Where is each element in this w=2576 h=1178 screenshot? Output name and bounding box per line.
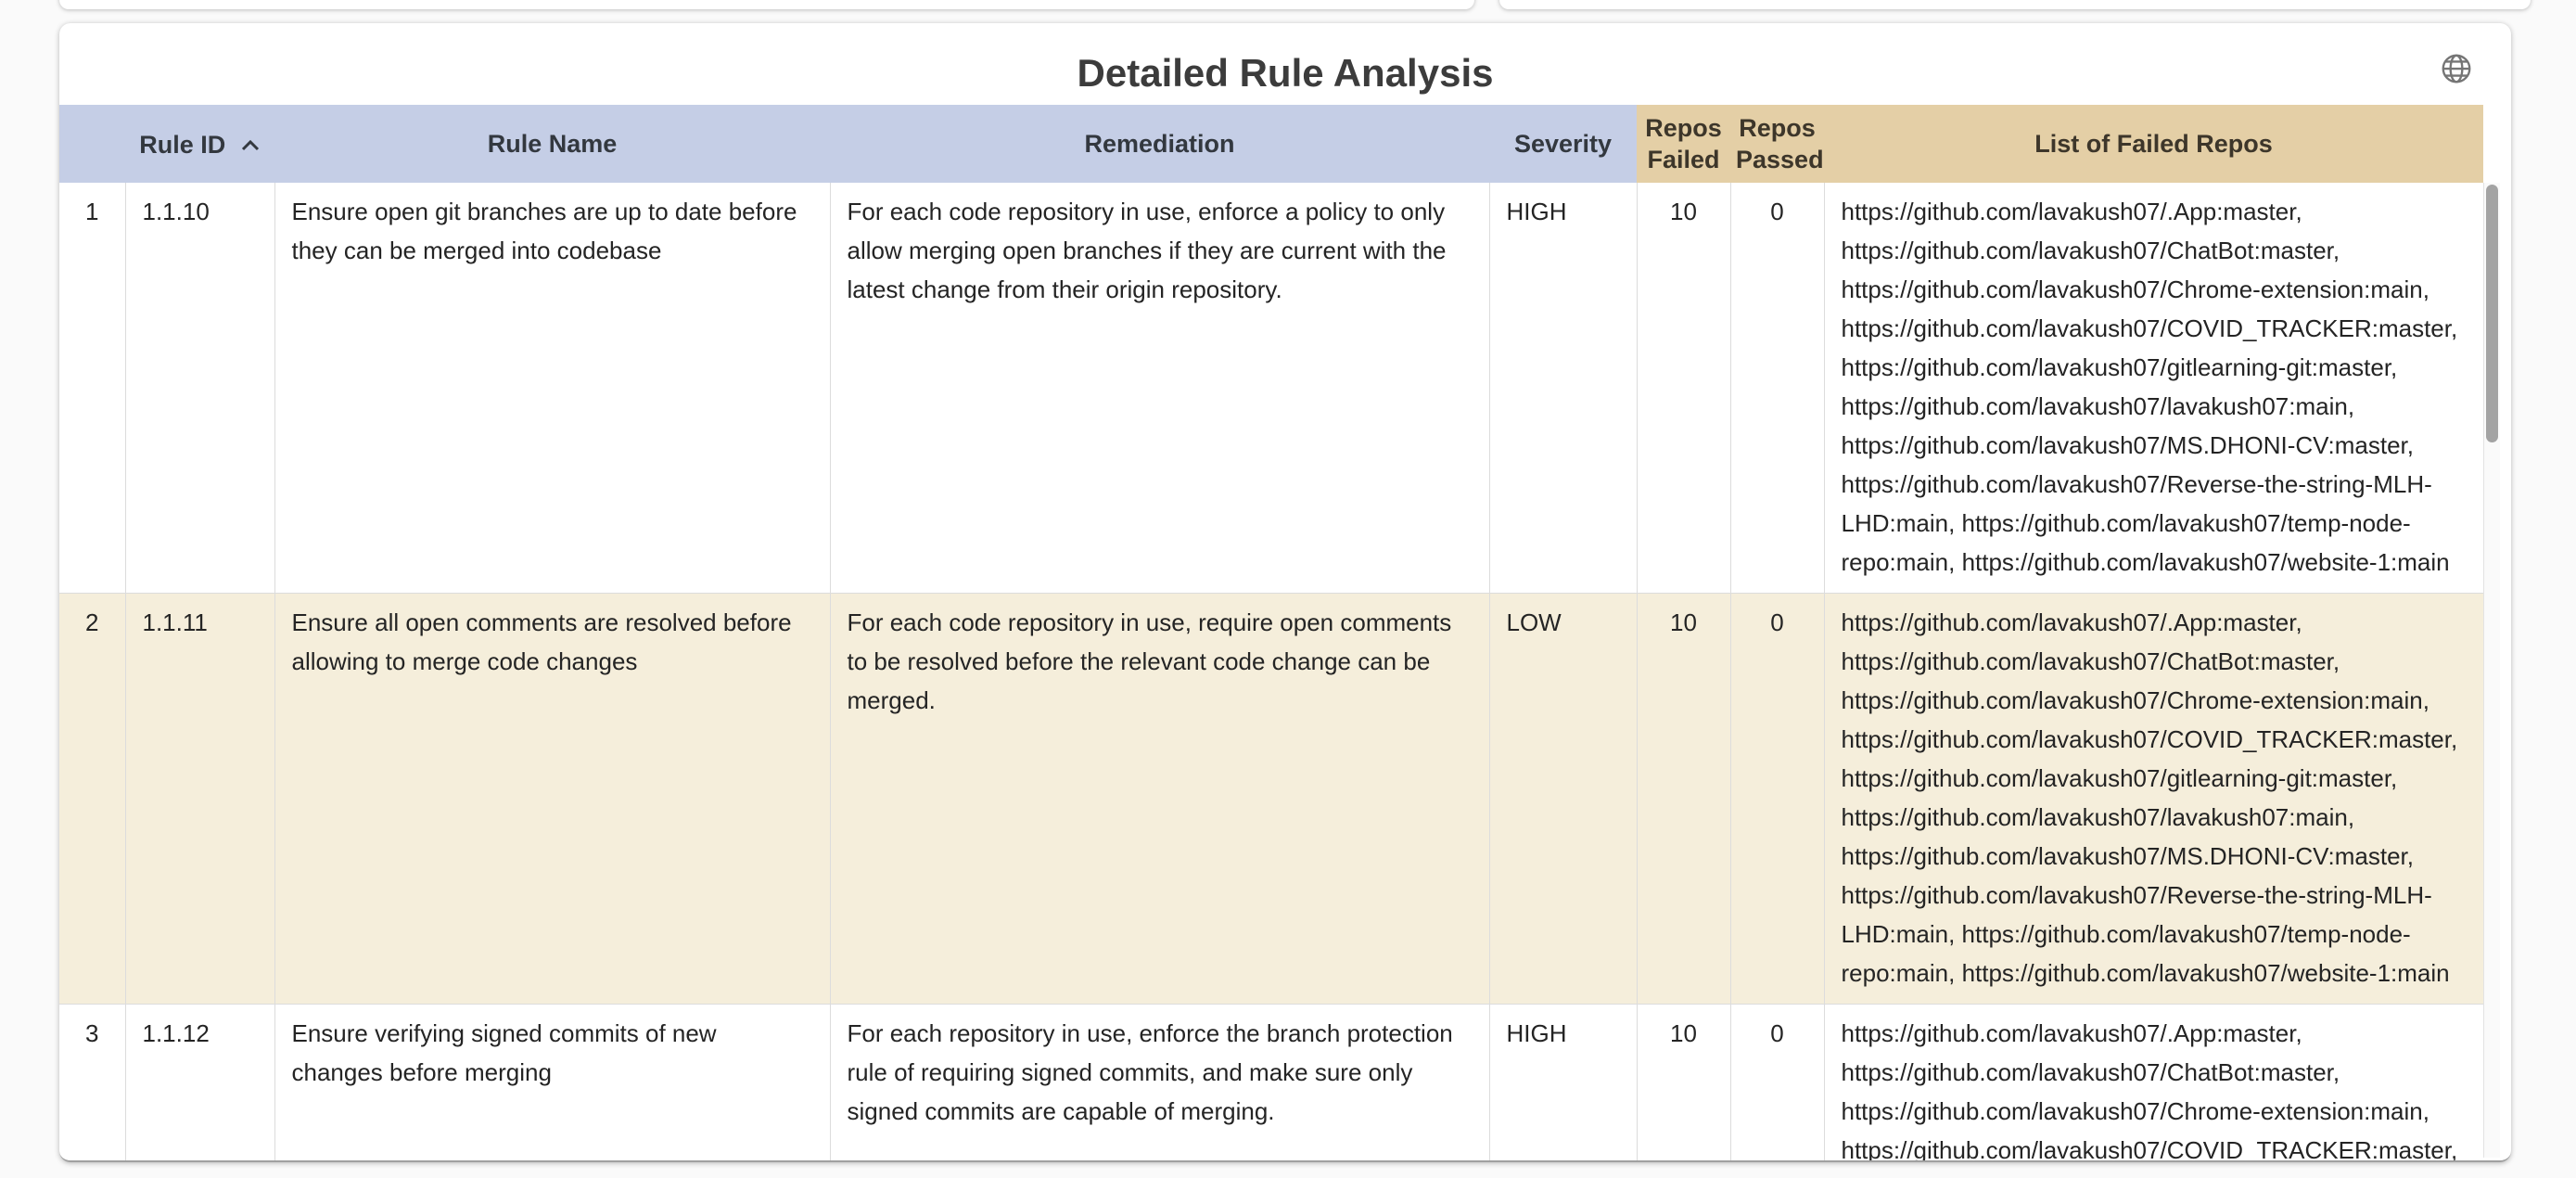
vertical-scrollbar[interactable] (2483, 183, 2500, 1158)
cell-remediation: For each repository in use, enforce the … (830, 1005, 1489, 1161)
cell-repos-failed: 10 (1637, 1005, 1730, 1161)
cell-failed-repos-list: https://github.com/lavakush07/.App:maste… (1824, 183, 2483, 594)
cell-severity: HIGH (1489, 1005, 1637, 1161)
table-row: 3 1.1.12 Ensure verifying signed commits… (59, 1005, 2483, 1161)
col-header-remediation[interactable]: Remediation (830, 105, 1489, 183)
col-header-repos-passed[interactable]: Repos Passed (1730, 105, 1824, 183)
sort-ascending-icon (240, 128, 261, 160)
cell-repos-failed: 10 (1637, 183, 1730, 594)
cell-rule-id: 1.1.12 (125, 1005, 274, 1161)
col-header-index (59, 105, 125, 183)
table-row: 2 1.1.11 Ensure all open comments are re… (59, 594, 2483, 1005)
col-header-failed-repos-list[interactable]: List of Failed Repos (1824, 105, 2483, 183)
top-card-right (1499, 0, 2531, 9)
cell-rule-name: Ensure verifying signed commits of new c… (274, 1005, 830, 1161)
cell-repos-passed: 0 (1730, 594, 1824, 1005)
cell-remediation: For each code repository in use, enforce… (830, 183, 1489, 594)
col-header-rule-id[interactable]: Rule ID (125, 105, 274, 183)
col-header-repos-failed[interactable]: Repos Failed (1637, 105, 1730, 183)
cell-severity: LOW (1489, 594, 1637, 1005)
col-header-severity[interactable]: Severity (1489, 105, 1637, 183)
header-row: Rule ID Rule Name Remediation Severity R… (59, 105, 2483, 183)
cell-failed-repos-list: https://github.com/lavakush07/.App:maste… (1824, 594, 2483, 1005)
cell-rule-id: 1.1.11 (125, 594, 274, 1005)
col-header-rule-id-label: Rule ID (139, 131, 225, 159)
cell-rule-name: Ensure open git branches are up to date … (274, 183, 830, 594)
cell-repos-failed: 10 (1637, 594, 1730, 1005)
cell-rule-id: 1.1.10 (125, 183, 274, 594)
cell-index: 2 (59, 594, 125, 1005)
table-row: 1 1.1.10 Ensure open git branches are up… (59, 183, 2483, 594)
cell-severity: HIGH (1489, 183, 1637, 594)
cell-repos-passed: 0 (1730, 183, 1824, 594)
detailed-rule-analysis-card: Detailed Rule Analysis Rule ID (59, 23, 2511, 1162)
scrollbar-thumb[interactable] (2486, 185, 2498, 442)
cell-remediation: For each code repository in use, require… (830, 594, 1489, 1005)
cell-index: 3 (59, 1005, 125, 1161)
cell-repos-passed: 0 (1730, 1005, 1824, 1161)
rule-table: Rule ID Rule Name Remediation Severity R… (59, 105, 2483, 1160)
rule-table-wrapper: Rule ID Rule Name Remediation Severity R… (59, 105, 2483, 1160)
top-card-left (59, 0, 1474, 9)
cell-failed-repos-list: https://github.com/lavakush07/.App:maste… (1824, 1005, 2483, 1161)
cell-rule-name: Ensure all open comments are resolved be… (274, 594, 830, 1005)
cell-index: 1 (59, 183, 125, 594)
globe-icon[interactable] (2439, 51, 2474, 86)
col-header-rule-name[interactable]: Rule Name (274, 105, 830, 183)
page-title: Detailed Rule Analysis (59, 51, 2511, 96)
